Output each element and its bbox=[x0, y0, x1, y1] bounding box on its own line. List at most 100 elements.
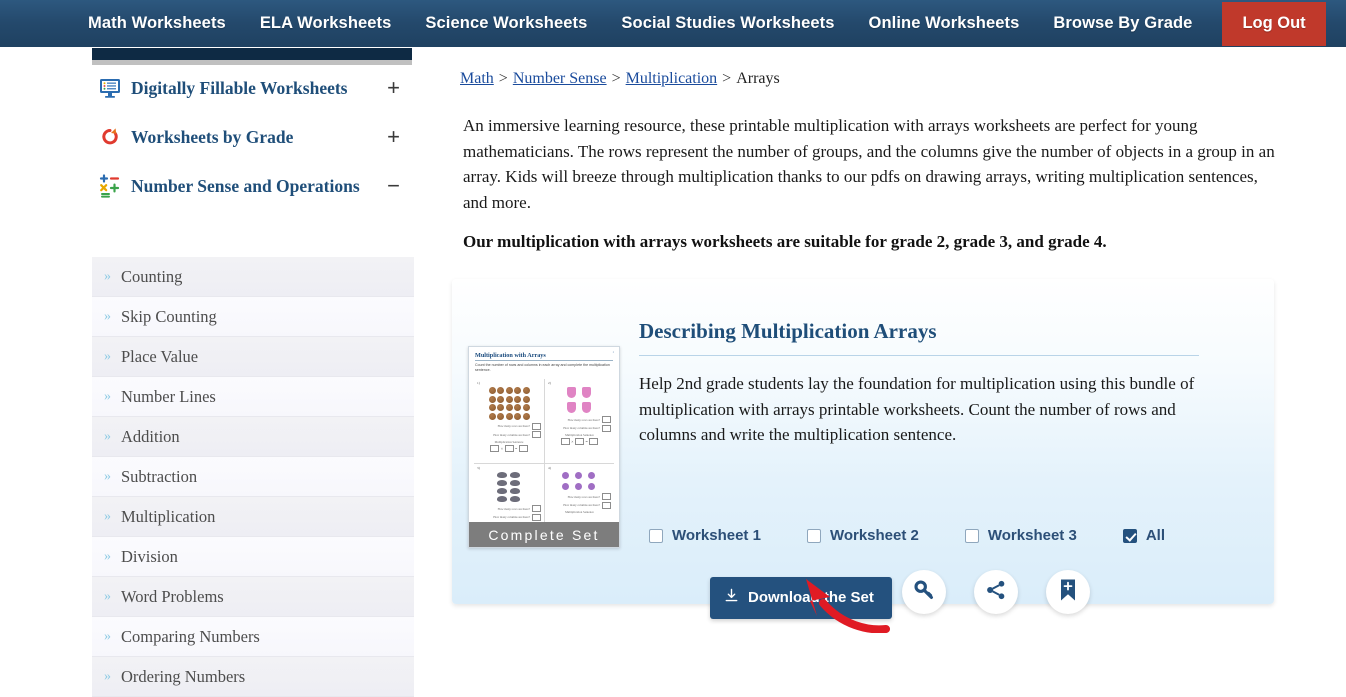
cols-prompt: How many columns are there? bbox=[493, 432, 530, 437]
nav-science-worksheets[interactable]: Science Worksheets bbox=[425, 14, 587, 33]
sidebar-category-label: Number Sense and Operations bbox=[131, 175, 360, 196]
breadcrumb-separator: > bbox=[611, 70, 621, 87]
times-operator: × bbox=[571, 439, 574, 444]
question-number: 2) bbox=[548, 381, 551, 385]
checkbox-worksheet-2[interactable]: Worksheet 2 bbox=[806, 527, 919, 544]
share-button[interactable] bbox=[974, 570, 1018, 614]
rows-prompt: How many rows are there? bbox=[497, 506, 530, 511]
answer-box bbox=[602, 416, 611, 423]
chevron-right-icon: » bbox=[104, 628, 111, 644]
sidebar-item-counting[interactable]: » Counting bbox=[92, 257, 414, 297]
question-answer-lines: How many rows are there? How many column… bbox=[548, 493, 611, 514]
sidebar-subcategory-list: » Counting » Skip Counting » Place Value » N… bbox=[92, 257, 414, 697]
cols-prompt: How many columns are there? bbox=[563, 426, 600, 430]
share-icon bbox=[985, 579, 1007, 606]
math-operations-icon bbox=[98, 174, 122, 198]
nav-ela-worksheets[interactable]: ELA Worksheets bbox=[260, 14, 392, 33]
sidebar-category-number-sense[interactable]: Number Sense and Operations − bbox=[88, 165, 418, 207]
sidebar-top-accent-bar bbox=[92, 48, 412, 60]
sidebar-category-worksheets-by-grade[interactable]: Worksheets by Grade + bbox=[88, 116, 418, 158]
answer-box bbox=[532, 513, 541, 521]
sidebar-item-label: Ordering Numbers bbox=[121, 666, 246, 686]
breadcrumb-link-math[interactable]: Math bbox=[460, 70, 494, 87]
breadcrumb-separator: > bbox=[722, 70, 732, 87]
checkbox-label: Worksheet 3 bbox=[987, 527, 1077, 544]
thumbnail-page-preview: 1 Multiplication with Arrays Count the n… bbox=[469, 347, 619, 547]
cols-prompt: How many columns are there? bbox=[563, 503, 600, 507]
sidebar-item-subtraction[interactable]: » Subtraction bbox=[92, 457, 414, 497]
worksheet-thumbnail[interactable]: 1 Multiplication with Arrays Count the n… bbox=[468, 346, 620, 548]
nav-math-worksheets[interactable]: Math Worksheets bbox=[88, 14, 226, 33]
thumbnail-question: 2) How many rows are there? How many col… bbox=[544, 379, 614, 463]
sidebar-item-label: Word Problems bbox=[121, 586, 224, 606]
answer-box bbox=[532, 422, 541, 430]
sidebar: Digitally Fillable Worksheets + Workshee… bbox=[88, 47, 418, 697]
sidebar-item-number-lines[interactable]: » Number Lines bbox=[92, 377, 414, 417]
sidebar-item-division[interactable]: » Division bbox=[92, 537, 414, 577]
worksheet-card: 1 Multiplication with Arrays Count the n… bbox=[452, 279, 1274, 633]
answer-box bbox=[532, 431, 541, 438]
sidebar-item-ordering-numbers[interactable]: » Ordering Numbers bbox=[92, 657, 414, 697]
nav-browse-by-grade[interactable]: Browse By Grade bbox=[1053, 14, 1192, 33]
sidebar-expand-toggle-2[interactable]: − bbox=[387, 175, 400, 197]
equals-operator: = bbox=[585, 439, 588, 444]
key-answer-button[interactable] bbox=[902, 570, 946, 614]
thumbnail-question: 1) How many rows are there? How many col… bbox=[474, 379, 544, 463]
breadcrumb-link-multiplication[interactable]: Multiplication bbox=[626, 70, 718, 87]
sidebar-item-skip-counting[interactable]: » Skip Counting bbox=[92, 297, 414, 337]
card-actions: Download the Set bbox=[452, 570, 1274, 619]
nav-social-studies-worksheets[interactable]: Social Studies Worksheets bbox=[621, 14, 834, 33]
download-the-set-button[interactable]: Download the Set bbox=[710, 577, 892, 619]
breadcrumb-link-number-sense[interactable]: Number Sense bbox=[513, 70, 607, 87]
sidebar-expand-toggle-0[interactable]: + bbox=[387, 77, 400, 99]
checkbox-input[interactable] bbox=[649, 528, 663, 543]
breadcrumb-current-arrays: Arrays bbox=[736, 70, 780, 87]
sidebar-item-label: Addition bbox=[121, 426, 180, 446]
worksheet-title[interactable]: Describing Multiplication Arrays bbox=[639, 319, 937, 344]
checkbox-worksheet-1[interactable]: Worksheet 1 bbox=[649, 527, 761, 544]
main-content: Math > Number Sense > Multiplication > Arrays … bbox=[440, 47, 1300, 633]
cols-prompt: How many columns are there? bbox=[493, 515, 530, 519]
sentence-prompt: Multiplication Sentence bbox=[494, 439, 524, 444]
rows-prompt: How many rows are there? bbox=[567, 417, 600, 422]
array-lollipops bbox=[548, 472, 611, 490]
download-button-label: Download the Set bbox=[748, 589, 874, 606]
sidebar-category-digitally-fillable[interactable]: Digitally Fillable Worksheets + bbox=[88, 67, 418, 109]
top-navigation-bar: Math Worksheets ELA Worksheets Science W… bbox=[0, 0, 1346, 47]
nav-online-worksheets[interactable]: Online Worksheets bbox=[869, 14, 1020, 33]
sidebar-item-addition[interactable]: » Addition bbox=[92, 417, 414, 457]
sentence-prompt: Multiplication Sentence bbox=[565, 510, 594, 514]
chevron-right-icon: » bbox=[104, 468, 111, 484]
logout-button[interactable]: Log Out bbox=[1222, 1, 1326, 46]
checkbox-all[interactable]: All bbox=[1122, 527, 1165, 544]
sidebar-item-label: Place Value bbox=[121, 346, 199, 366]
breadcrumb: Math > Number Sense > Multiplication > Arrays bbox=[460, 70, 780, 88]
add-to-collection-button[interactable] bbox=[1046, 570, 1090, 614]
sidebar-item-comparing-numbers[interactable]: » Comparing Numbers bbox=[92, 617, 414, 657]
sidebar-expand-toggle-1[interactable]: + bbox=[387, 126, 400, 148]
checkbox-input[interactable] bbox=[806, 528, 821, 543]
chevron-right-icon: » bbox=[104, 268, 111, 284]
sidebar-item-place-value[interactable]: » Place Value bbox=[92, 337, 414, 377]
sidebar-item-multiplication[interactable]: » Multiplication bbox=[92, 497, 414, 537]
intro-grade-note: Our multiplication with arrays worksheet… bbox=[463, 232, 1107, 251]
question-number: 4) bbox=[548, 466, 551, 470]
checkbox-label: Worksheet 1 bbox=[672, 527, 761, 544]
chevron-right-icon: » bbox=[104, 428, 111, 444]
checkbox-input[interactable] bbox=[964, 528, 979, 543]
sidebar-top-accent-shadow bbox=[92, 60, 412, 65]
sidebar-item-label: Counting bbox=[121, 266, 183, 286]
answer-box bbox=[602, 493, 611, 500]
monitor-worksheet-icon bbox=[98, 76, 122, 100]
checkbox-worksheet-3[interactable]: Worksheet 3 bbox=[964, 527, 1077, 544]
title-divider bbox=[639, 355, 1199, 356]
chevron-right-icon: » bbox=[104, 668, 111, 684]
sidebar-item-word-problems[interactable]: » Word Problems bbox=[92, 577, 414, 617]
intro-paragraph: An immersive learning resource, these pr… bbox=[463, 116, 1275, 212]
key-icon bbox=[913, 579, 935, 606]
checkbox-input[interactable] bbox=[1122, 528, 1137, 543]
refresh-circle-icon bbox=[98, 125, 122, 149]
array-hats bbox=[477, 472, 541, 502]
equals-operator: = bbox=[515, 445, 518, 451]
thumbnail-instructions: Count the number of rows and columns in … bbox=[475, 363, 610, 372]
